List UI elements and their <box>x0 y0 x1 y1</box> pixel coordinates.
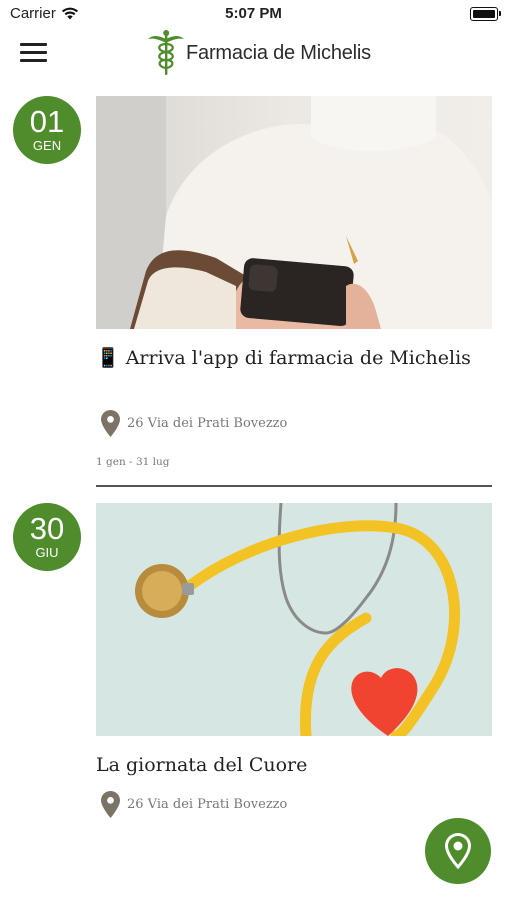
event-image[interactable] <box>96 96 492 329</box>
app-title: Farmacia de Michelis <box>186 41 371 64</box>
status-time: 5:07 PM <box>225 5 282 22</box>
date-badge: 01 GEN <box>13 96 81 164</box>
event-title[interactable]: 📱 Arriva l'app di farmacia de Michelis <box>96 346 492 370</box>
location-label: 26 Via dei Prati Bovezzo <box>127 797 288 812</box>
event-image[interactable] <box>96 503 492 736</box>
menu-button[interactable] <box>20 40 48 64</box>
event-location: 26 Via dei Prati Bovezzo <box>101 791 287 818</box>
event-location: 26 Via dei Prati Bovezzo <box>101 410 287 437</box>
location-pin-icon <box>101 410 120 437</box>
event-dates: 1 gen - 31 lug <box>96 456 170 468</box>
app-logo: Farmacia de Michelis <box>148 28 371 78</box>
map-pin-icon <box>445 833 471 869</box>
stethoscope-heart-image <box>96 503 492 736</box>
event-card[interactable]: 30 GIU La giornata del Cuore 26 Via dei … <box>0 503 507 823</box>
map-button[interactable] <box>425 818 491 884</box>
woman-holding-phone-image <box>96 96 492 329</box>
event-title[interactable]: La giornata del Cuore <box>96 753 492 777</box>
battery-icon <box>470 7 501 21</box>
hamburger-menu-icon <box>20 43 47 46</box>
location-label: 26 Via dei Prati Bovezzo <box>127 416 288 431</box>
date-month: GIU <box>35 545 59 560</box>
status-bar: Carrier 5:07 PM <box>0 0 507 28</box>
event-card[interactable]: 01 GEN 📱 Arriva l'app di farmacia de Mic… <box>0 96 507 492</box>
date-badge: 30 GIU <box>13 503 81 571</box>
date-month: GEN <box>32 138 62 153</box>
location-pin-icon <box>101 791 120 818</box>
date-day: 30 <box>29 511 65 546</box>
divider <box>96 485 492 487</box>
caduceus-icon <box>148 30 184 75</box>
date-day: 01 <box>29 104 65 139</box>
app-header: Farmacia de Michelis <box>0 28 507 78</box>
